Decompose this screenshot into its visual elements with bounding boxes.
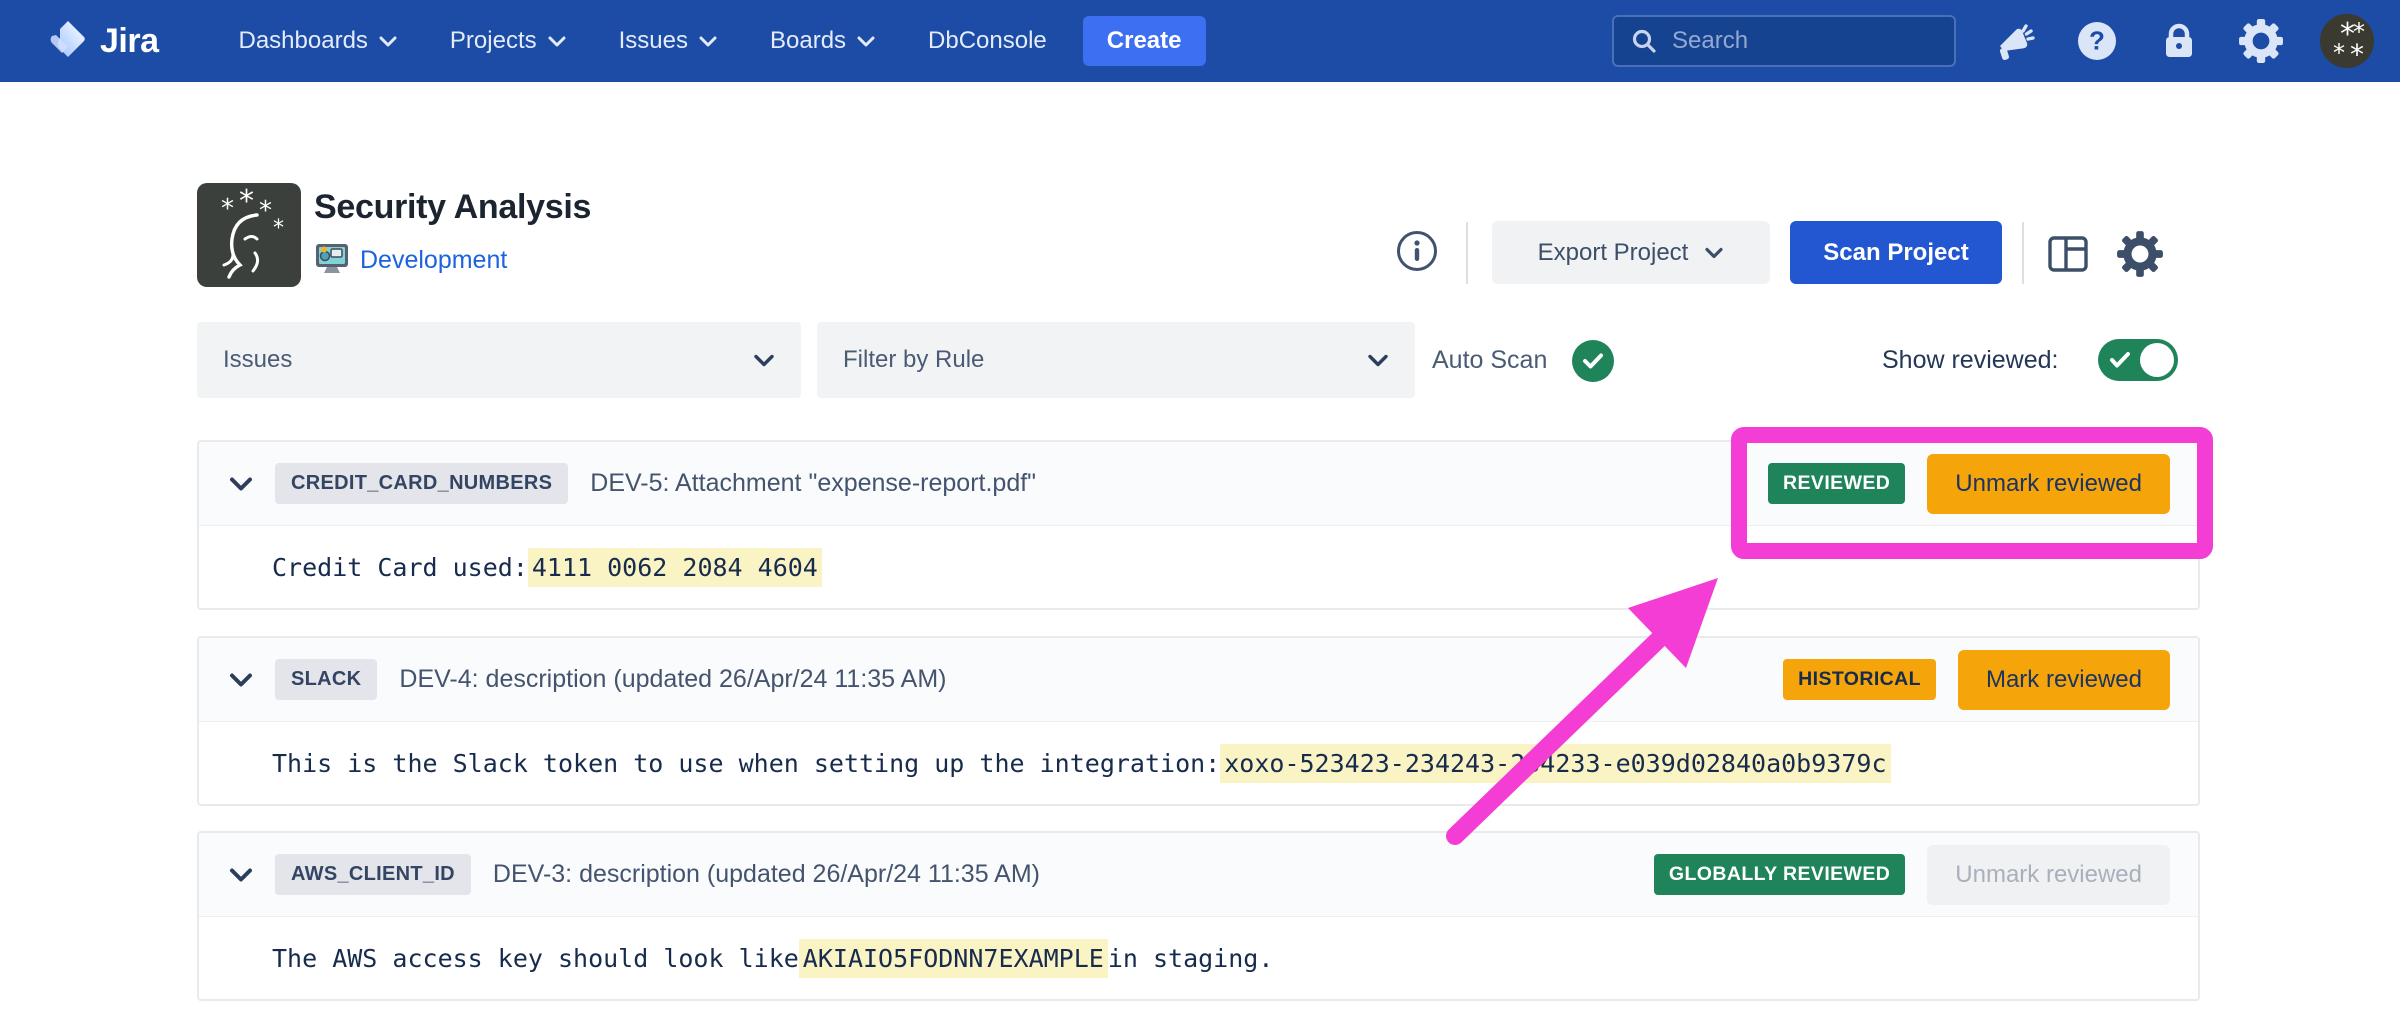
jira-logo-icon xyxy=(46,17,90,66)
megaphone-icon[interactable] xyxy=(1992,18,2038,64)
collapse-chevron-icon[interactable] xyxy=(229,476,253,492)
layout-panel-icon[interactable] xyxy=(2040,226,2096,282)
collapse-chevron-icon[interactable] xyxy=(229,867,253,883)
chevron-down-icon xyxy=(378,34,398,48)
project-avatar: * * * * xyxy=(197,183,301,287)
lock-icon[interactable] xyxy=(2156,18,2202,64)
nav-menu: Dashboards Projects Issues Boards DbCons… xyxy=(239,27,1047,55)
svg-text:*: * xyxy=(239,184,254,219)
toggle-knob xyxy=(2140,343,2174,377)
info-icon[interactable] xyxy=(1394,228,1440,274)
search-icon xyxy=(1630,27,1658,55)
project-monitor-icon xyxy=(314,240,350,281)
gear-icon[interactable] xyxy=(2238,18,2284,64)
chevron-down-icon xyxy=(1704,246,1724,260)
finding-title: DEV-4: description (updated 26/Apr/24 11… xyxy=(399,665,946,694)
create-button[interactable]: Create xyxy=(1083,16,1206,66)
finding-title: DEV-5: Attachment "expense-report.pdf" xyxy=(590,469,1036,498)
divider xyxy=(2022,222,2024,284)
status-badge: HISTORICAL xyxy=(1783,659,1936,700)
jira-brand[interactable]: Jira xyxy=(46,17,159,66)
secret-highlight: xoxo-523423-234243-234233-e039d02840a0b9… xyxy=(1220,744,1890,783)
finding-row-slack: SLACK DEV-4: description (updated 26/Apr… xyxy=(197,636,2200,806)
divider xyxy=(1466,222,1468,284)
auto-scan-check-icon[interactable] xyxy=(1572,340,1614,382)
rule-badge: AWS_CLIENT_ID xyxy=(275,854,471,895)
security-analysis-page: Jira Dashboards Projects Issues Boards xyxy=(0,0,2400,1011)
finding-content: Credit Card used: 4111 0062 2084 4604 xyxy=(199,526,2198,609)
rule-badge: CREDIT_CARD_NUMBERS xyxy=(275,463,568,504)
rule-badge: SLACK xyxy=(275,659,377,700)
breadcrumb: Development xyxy=(314,240,507,281)
help-icon[interactable]: ? xyxy=(2074,18,2120,64)
issues-filter-select[interactable]: Issues xyxy=(197,322,801,398)
finding-content: The AWS access key should look like AKIA… xyxy=(199,917,2198,1000)
svg-text:*: * xyxy=(2350,38,2364,68)
finding-row-credit-card: CREDIT_CARD_NUMBERS DEV-5: Attachment "e… xyxy=(197,440,2200,610)
nav-item-projects[interactable]: Projects xyxy=(450,27,567,55)
chevron-down-icon xyxy=(547,34,567,48)
chevron-down-icon xyxy=(698,34,718,48)
svg-text:*: * xyxy=(259,196,272,226)
finding-title: DEV-3: description (updated 26/Apr/24 11… xyxy=(493,860,1040,889)
chevron-down-icon xyxy=(1367,353,1389,368)
unmark-reviewed-button[interactable]: Unmark reviewed xyxy=(1927,454,2170,514)
status-badge: REVIEWED xyxy=(1768,463,1905,504)
svg-text:*: * xyxy=(273,216,284,241)
scan-project-button[interactable]: Scan Project xyxy=(1790,221,2002,284)
nav-item-dashboards[interactable]: Dashboards xyxy=(239,27,398,55)
finding-row-aws: AWS_CLIENT_ID DEV-3: description (update… xyxy=(197,831,2200,1001)
status-badge: GLOBALLY REVIEWED xyxy=(1654,854,1905,895)
page-title: Security Analysis xyxy=(314,188,591,227)
show-reviewed-toggle[interactable] xyxy=(2098,339,2178,381)
project-link[interactable]: Development xyxy=(360,246,507,275)
top-navbar: Jira Dashboards Projects Issues Boards xyxy=(0,0,2400,82)
brand-name: Jira xyxy=(100,22,159,61)
export-project-button[interactable]: Export Project xyxy=(1492,221,1770,284)
svg-text:?: ? xyxy=(2089,26,2105,56)
chevron-down-icon xyxy=(753,353,775,368)
auto-scan-label: Auto Scan xyxy=(1432,322,1547,398)
secret-highlight: 4111 0062 2084 4604 xyxy=(528,548,822,587)
finding-header[interactable]: AWS_CLIENT_ID DEV-3: description (update… xyxy=(199,833,2198,917)
chevron-down-icon xyxy=(856,34,876,48)
svg-text:*: * xyxy=(221,194,234,224)
finding-content: This is the Slack token to use when sett… xyxy=(199,722,2198,805)
show-reviewed-label: Show reviewed: xyxy=(1882,322,2058,398)
svg-text:*: * xyxy=(2333,39,2345,67)
collapse-chevron-icon[interactable] xyxy=(229,672,253,688)
rule-filter-select[interactable]: Filter by Rule xyxy=(817,322,1415,398)
user-avatar[interactable]: * * * * xyxy=(2320,14,2374,68)
finding-header[interactable]: CREDIT_CARD_NUMBERS DEV-5: Attachment "e… xyxy=(199,442,2198,526)
mark-reviewed-button[interactable]: Mark reviewed xyxy=(1958,650,2170,710)
search-box[interactable] xyxy=(1612,15,1956,67)
settings-gear-icon[interactable] xyxy=(2112,226,2168,282)
search-input[interactable] xyxy=(1672,27,1912,55)
finding-header[interactable]: SLACK DEV-4: description (updated 26/Apr… xyxy=(199,638,2198,722)
nav-item-boards[interactable]: Boards xyxy=(770,27,876,55)
nav-item-dbconsole[interactable]: DbConsole xyxy=(928,27,1047,55)
secret-highlight: AKIAIO5FODNN7EXAMPLE xyxy=(799,939,1108,978)
unmark-reviewed-button-disabled: Unmark reviewed xyxy=(1927,845,2170,905)
nav-item-issues[interactable]: Issues xyxy=(619,27,718,55)
